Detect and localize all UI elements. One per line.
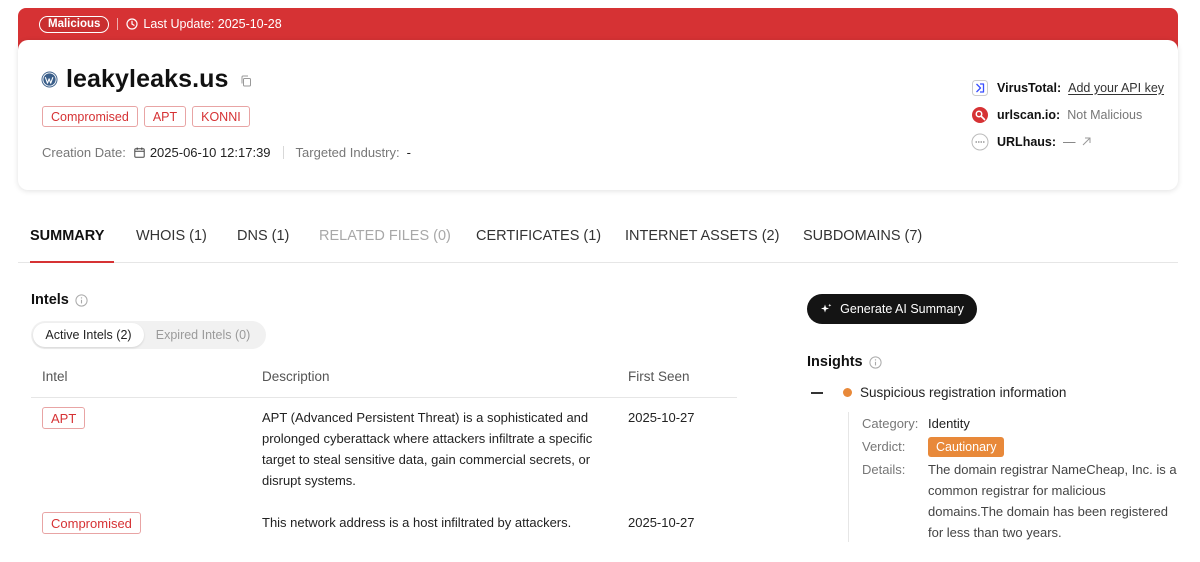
tab-bar: SUMMARY WHOIS (1) DNS (1) RELATED FILES … — [18, 218, 1178, 263]
tab-dns[interactable]: DNS (1) — [237, 218, 289, 262]
domain-header-card: leakyleaks.us Compromised APT KONNI Crea… — [18, 40, 1178, 190]
urlhaus-result: — — [1063, 134, 1076, 149]
reputation-checks: VirusTotal: Add your API key urlscan.io:… — [971, 74, 1164, 155]
generate-ai-summary-label: Generate AI Summary — [840, 302, 964, 316]
creation-date-value: 2025-06-10 12:17:39 — [149, 145, 271, 160]
domain-tag-list: Compromised APT KONNI — [42, 106, 250, 127]
generate-ai-summary-button[interactable]: Generate AI Summary — [807, 294, 977, 324]
last-update-text: Last Update: 2025-10-28 — [143, 17, 282, 31]
intels-title-text: Intels — [31, 292, 69, 308]
tag-apt[interactable]: APT — [143, 106, 187, 127]
urlscan-label: urlscan.io: — [997, 107, 1061, 122]
info-icon[interactable] — [75, 293, 88, 307]
tab-summary[interactable]: SUMMARY — [30, 218, 114, 263]
copy-icon[interactable] — [240, 75, 252, 87]
wordpress-icon — [41, 71, 58, 88]
insights-section-title: Insights — [807, 354, 882, 370]
urlscan-icon — [971, 106, 989, 124]
insight-item-header[interactable]: Suspicious registration information — [811, 385, 1066, 400]
check-urlhaus: URLhaus: — — [971, 128, 1164, 155]
intel-first-seen: 2025-10-27 — [628, 515, 695, 530]
column-intel: Intel — [42, 369, 68, 384]
verdict-label: Verdict: — [862, 439, 906, 454]
intel-description: This network address is a host infiltrat… — [262, 515, 572, 530]
malicious-badge: Malicious — [39, 15, 110, 33]
intels-section-title: Intels — [31, 292, 88, 308]
urlscan-result: Not Malicious — [1067, 107, 1143, 122]
collapse-icon[interactable] — [811, 391, 823, 394]
intel-tag[interactable]: Compromised — [42, 512, 141, 534]
banner-divider — [117, 18, 119, 30]
meta-divider — [282, 146, 284, 159]
tab-internet-assets[interactable]: INTERNET ASSETS (2) — [625, 218, 779, 262]
category-label: Category: — [862, 416, 919, 431]
insight-item-title: Suspicious registration information — [860, 385, 1067, 400]
active-intels-segment[interactable]: Active Intels (2) — [33, 323, 144, 347]
urlhaus-icon — [971, 133, 989, 151]
virustotal-label: VirusTotal: — [997, 80, 1062, 95]
insight-item-details: Category: Identity Verdict: Cautionary D… — [848, 412, 1188, 542]
table-row: APT APT (Advanced Persistent Threat) is … — [31, 407, 737, 497]
sparkle-icon — [820, 303, 832, 315]
intel-tag[interactable]: APT — [42, 407, 86, 429]
check-urlscan: urlscan.io: Not Malicious — [971, 101, 1164, 128]
details-value: The domain registrar NameCheap, Inc. is … — [928, 462, 1177, 540]
targeted-industry-value: - — [406, 145, 411, 160]
check-virustotal: VirusTotal: Add your API key — [971, 74, 1164, 101]
insights-title-text: Insights — [807, 354, 863, 370]
category-value: Identity — [928, 416, 970, 431]
verdict-badge: Cautionary — [928, 437, 1005, 457]
tag-konni[interactable]: KONNI — [192, 106, 250, 127]
info-icon[interactable] — [868, 355, 882, 369]
intel-first-seen: 2025-10-27 — [628, 410, 695, 425]
tab-related-files[interactable]: RELATED FILES (0) — [319, 218, 451, 262]
tag-compromised[interactable]: Compromised — [42, 106, 138, 127]
details-label: Details: — [862, 462, 906, 477]
virustotal-icon — [971, 79, 989, 97]
severity-dot — [843, 388, 852, 397]
domain-title: leakyleaks.us — [66, 65, 229, 93]
virustotal-api-key-link[interactable]: Add your API key — [1068, 81, 1164, 95]
tab-whois[interactable]: WHOIS (1) — [136, 218, 207, 262]
intel-description: APT (Advanced Persistent Threat) is a so… — [262, 410, 593, 488]
external-link-icon[interactable] — [1082, 137, 1091, 146]
clock-icon — [126, 18, 139, 30]
tab-certificates[interactable]: CERTIFICATES (1) — [476, 218, 601, 262]
intel-status-toggle: Active Intels (2) Expired Intels (0) — [31, 321, 266, 349]
creation-date-label: Creation Date: — [42, 145, 126, 160]
column-description: Description — [262, 369, 330, 384]
column-first-seen: First Seen — [628, 369, 690, 384]
urlhaus-label: URLhaus: — [997, 134, 1057, 149]
table-row: Compromised This network address is a ho… — [31, 511, 737, 535]
domain-meta-row: Creation Date: 2025-06-10 12:17:39 Targe… — [42, 145, 411, 160]
calendar-icon — [134, 147, 145, 158]
tab-subdomains[interactable]: SUBDOMAINS (7) — [803, 218, 922, 262]
expired-intels-segment[interactable]: Expired Intels (0) — [144, 323, 262, 347]
intels-table-header: Intel Description First Seen — [31, 356, 737, 398]
targeted-industry-label: Targeted Industry: — [295, 145, 400, 160]
